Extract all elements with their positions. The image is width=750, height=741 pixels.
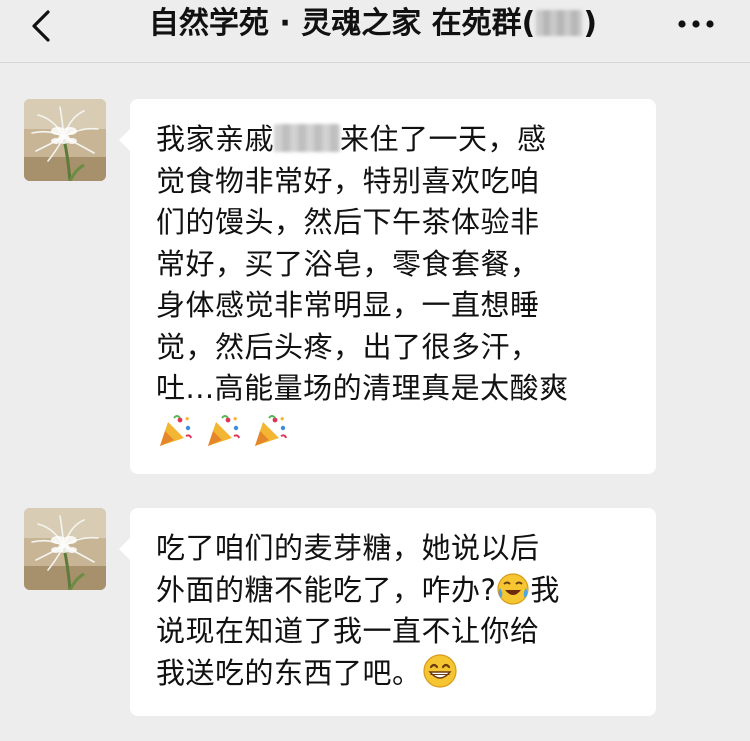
avatar[interactable] [24, 99, 106, 181]
party-popper-icon [255, 414, 288, 446]
chat-title: 自然学苑 · 灵魂之家 在苑群() [96, 4, 650, 44]
chevron-left-icon [32, 10, 50, 42]
chat-title-text: 自然学苑 · 灵魂之家 在苑群( [148, 6, 536, 41]
spider-lily-avatar-image [24, 508, 106, 590]
spider-lily-avatar-image [24, 99, 106, 181]
message-line: 觉，然后头疼，出了很多汗， [156, 329, 540, 364]
avatar[interactable] [24, 508, 106, 590]
emoji-row [156, 410, 634, 454]
message-line: 我送吃的东西了吧。 [156, 653, 634, 695]
party-popper-icon [207, 414, 240, 446]
party-popper-icon [160, 414, 192, 446]
message-line: 们的馒头，然后下午茶体验非 [156, 205, 540, 239]
back-button[interactable] [22, 4, 66, 48]
chat-header: 自然学苑 · 灵魂之家 在苑群() [0, 0, 750, 63]
message-line: 说现在知道了我一直不让你给 [156, 614, 540, 648]
grinning-face-icon [422, 653, 457, 688]
more-button[interactable] [676, 8, 716, 40]
message-line: 我家亲戚 来住了一天，感 [156, 122, 547, 156]
crying-laughing-face-icon [497, 572, 530, 605]
message-line: 觉食物非常好，特别喜欢吃咱 [156, 163, 540, 198]
message-bubble[interactable]: 吃了咱们的麦芽糖，她说以后 外面的糖不能吃了，咋办? 我 说现在知道了我一直不让… [119, 508, 656, 716]
message-line: 吃了咱们的麦芽糖，她说以后 [156, 531, 540, 565]
message-bubble[interactable]: 我家亲戚 来住了一天，感 觉食物非常好，特别喜欢吃咱 们的馒头，然后下午茶体验非 … [119, 99, 656, 474]
member-count-redacted [536, 10, 583, 36]
redacted-name [274, 124, 341, 152]
more-dots-icon [678, 20, 714, 28]
message-line: 常好，买了浴皂，零食套餐， [156, 246, 540, 281]
message-line: 身体感觉非常明显，一直想睡 [156, 288, 540, 322]
chat-title-close: ) [583, 6, 598, 41]
message-line: 外面的糖不能吃了，咋办? 我 [156, 572, 560, 607]
message-line: 吐...高能量场的清理真是太酸爽 [156, 371, 569, 405]
